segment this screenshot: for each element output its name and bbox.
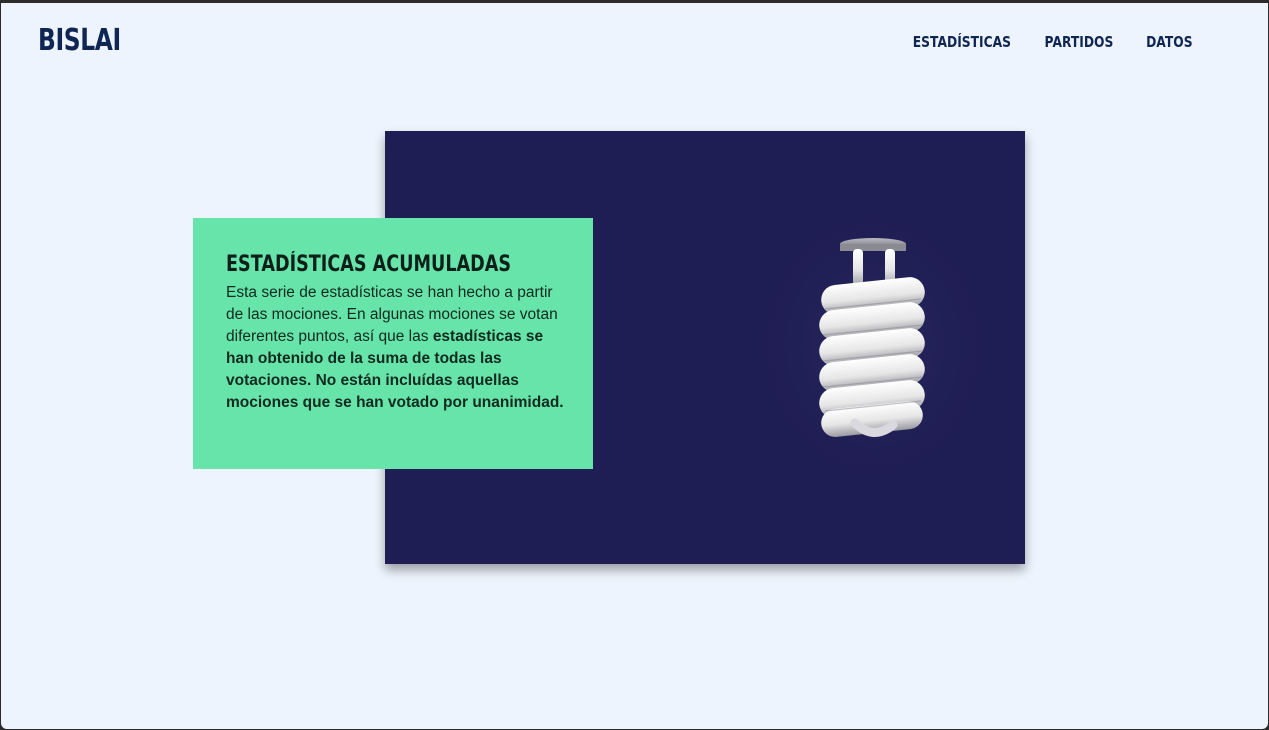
nav-link-datos[interactable]: DATOS — [1146, 33, 1192, 51]
main-nav: ESTADÍSTICAS PARTIDOS DATOS — [902, 33, 1198, 51]
site-logo[interactable]: BISLAI — [38, 23, 121, 58]
nav-link-partidos[interactable]: PARTIDOS — [1045, 33, 1114, 51]
nav-link-estadisticas[interactable]: ESTADÍSTICAS — [912, 33, 1010, 51]
card-title: ESTADÍSTICAS ACUMULADAS — [226, 252, 512, 277]
info-card: ESTADÍSTICAS ACUMULADAS Esta serie de es… — [193, 218, 593, 469]
page: BISLAI ESTADÍSTICAS PARTIDOS DATOS ESTAD… — [1, 3, 1268, 729]
card-description: Esta serie de estadísticas se han hecho … — [226, 282, 565, 414]
